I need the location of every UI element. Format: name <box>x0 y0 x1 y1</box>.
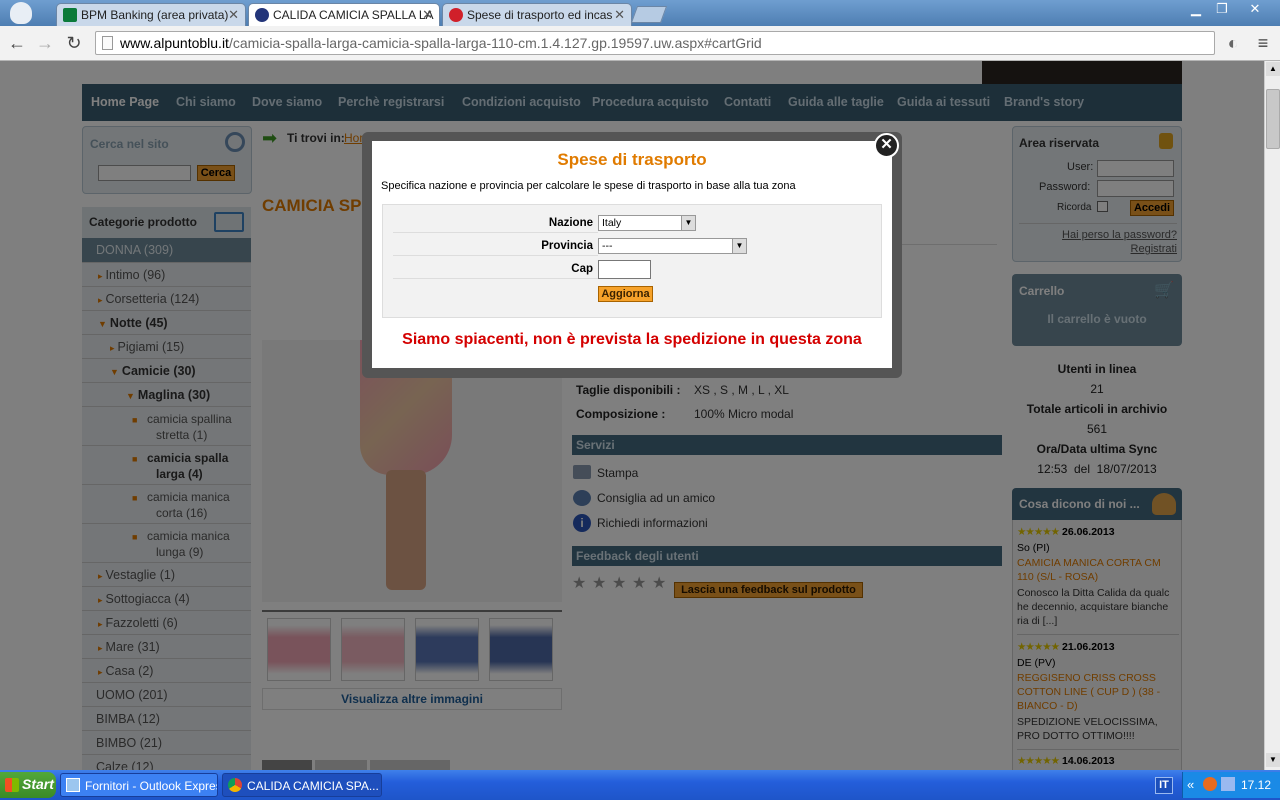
system-tray: « 17.12 <box>1182 772 1280 798</box>
tray-app-icon[interactable] <box>1203 777 1217 791</box>
nazione-value: Italy <box>602 217 622 229</box>
provincia-select[interactable]: --- ▼ <box>598 238 747 254</box>
menu-icon[interactable]: ≡ <box>1252 33 1274 53</box>
form-divider <box>393 255 598 256</box>
scroll-down-icon[interactable]: ▼ <box>1266 753 1280 767</box>
forward-icon[interactable]: → <box>34 33 56 53</box>
modal-description: Specifica nazione e provincia per calcol… <box>381 180 796 192</box>
outlook-icon <box>66 778 80 792</box>
page-scrollbar[interactable]: ▲ ▼ <box>1264 61 1280 770</box>
close-window-icon[interactable]: ✕ <box>1240 0 1270 20</box>
chevron-down-icon[interactable]: ▼ <box>681 216 695 230</box>
back-icon[interactable]: ← <box>6 33 28 53</box>
tab-label: CALIDA CAMICIA SPALLA LA <box>273 8 434 22</box>
reload-icon[interactable]: ↻ <box>63 33 85 53</box>
provincia-value: --- <box>602 240 613 252</box>
form-divider <box>393 278 598 279</box>
network-icon[interactable] <box>1221 777 1235 791</box>
address-bar[interactable]: www.alpuntoblu.it/camicia-spalla-larga-c… <box>95 31 1215 55</box>
clock: 17.12 <box>1241 778 1272 792</box>
start-label: Start <box>22 776 54 792</box>
task-outlook[interactable]: Fornitori - Outlook Express <box>60 773 218 797</box>
restore-icon[interactable]: ❐ <box>1208 0 1236 20</box>
url-host: www.alpuntoblu.it <box>120 35 229 51</box>
tab-label: BPM Banking (area privata) <box>81 8 229 22</box>
start-button[interactable]: Start <box>0 772 56 798</box>
chrome-icon <box>228 778 242 792</box>
close-icon[interactable]: ✕ <box>614 7 625 23</box>
globe-favicon-icon <box>255 8 269 22</box>
tab-strip: BPM Banking (area privata) ✕ CALIDA CAMI… <box>0 0 1280 26</box>
provincia-label: Provincia <box>541 240 593 252</box>
strawberry-favicon-icon <box>449 8 463 22</box>
cap-label: Cap <box>571 263 593 275</box>
scroll-up-icon[interactable]: ▲ <box>1266 62 1280 76</box>
close-icon[interactable]: ✕ <box>422 7 433 23</box>
modal-error-message: Siamo spiacenti, non è prevista la spedi… <box>402 331 862 348</box>
tray-expand-icon[interactable]: « <box>1187 777 1194 792</box>
task-chrome[interactable]: CALIDA CAMICIA SPA... <box>222 773 382 797</box>
chevron-down-icon[interactable]: ▼ <box>732 239 746 253</box>
tab-label: Spese di trasporto ed incas <box>467 8 613 22</box>
nazione-select[interactable]: Italy ▼ <box>598 215 696 231</box>
task-label: Fornitori - Outlook Express <box>85 779 218 793</box>
new-tab-button[interactable] <box>630 6 668 23</box>
cap-input[interactable] <box>598 260 651 279</box>
form-divider <box>393 232 598 233</box>
tab-calida[interactable]: CALIDA CAMICIA SPALLA LA ✕ <box>248 3 440 26</box>
bpm-favicon-icon <box>63 8 77 22</box>
task-label: CALIDA CAMICIA SPA... <box>247 779 379 793</box>
minimize-icon[interactable]: ▁ <box>1182 0 1210 20</box>
extension-icon[interactable]: ◐ <box>1222 33 1244 53</box>
language-indicator[interactable]: IT <box>1155 777 1173 794</box>
modal-title: Spese di trasporto <box>557 150 707 169</box>
update-button[interactable]: Aggiorna <box>598 286 653 302</box>
tab-spese[interactable]: Spese di trasporto ed incas ✕ <box>442 3 632 26</box>
url-path: /camicia-spalla-larga-camicia-spalla-lar… <box>228 35 762 51</box>
close-icon[interactable]: ✕ <box>228 7 239 23</box>
nazione-label: Nazione <box>548 217 593 229</box>
windows-logo-icon <box>5 778 19 792</box>
tab-bpm[interactable]: BPM Banking (area privata) ✕ <box>56 3 246 26</box>
profile-icon[interactable] <box>10 2 32 24</box>
scroll-thumb[interactable] <box>1266 89 1280 149</box>
page-icon <box>102 36 113 50</box>
